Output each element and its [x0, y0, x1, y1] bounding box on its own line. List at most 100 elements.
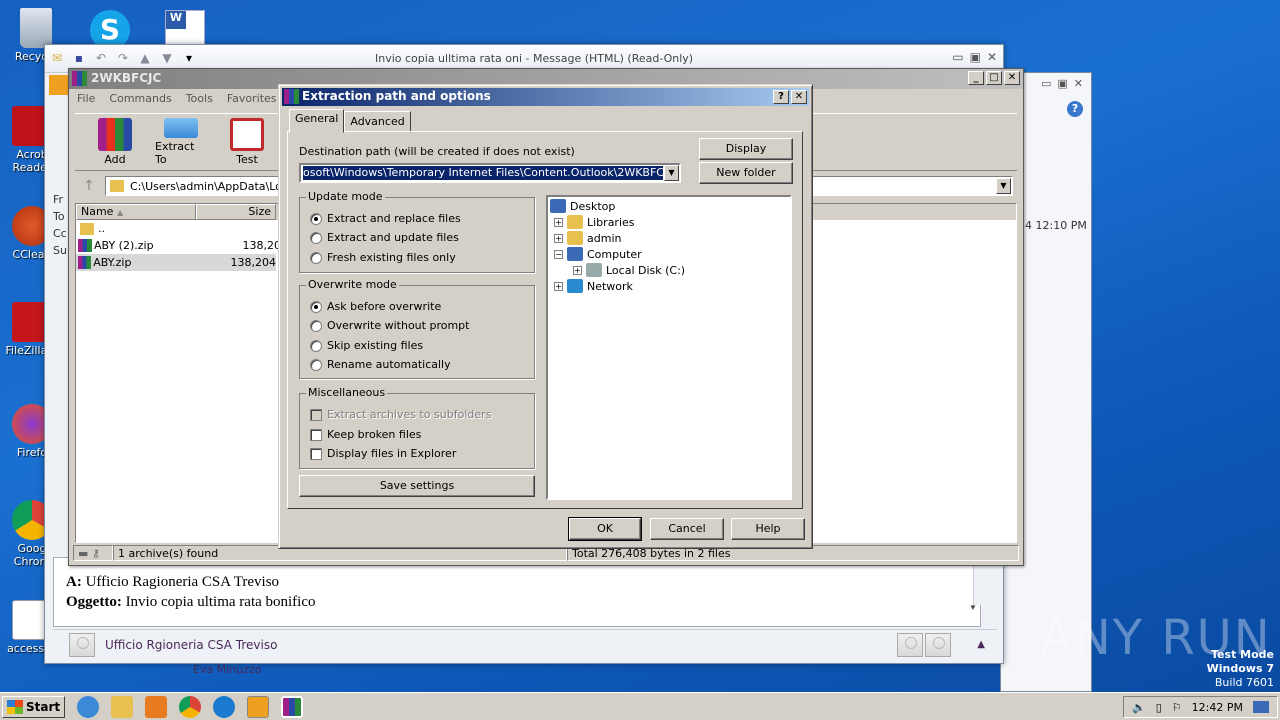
clock[interactable]: 12:42 PM — [1192, 701, 1243, 714]
redo-icon[interactable]: ↷ — [115, 50, 131, 66]
action-center-flag-icon[interactable]: ⚐ — [1172, 701, 1182, 714]
drive-icons[interactable]: ▬ ⚷ — [73, 545, 113, 561]
help-icon[interactable]: ? — [1067, 101, 1083, 117]
tab-advanced[interactable]: Advanced — [344, 111, 411, 133]
radio-button[interactable] — [310, 251, 322, 264]
test-button[interactable]: Test — [221, 118, 273, 166]
file-row-selected[interactable]: ABY.zip 138,204 — [76, 254, 276, 271]
checkbox[interactable] — [310, 428, 322, 441]
zip-archive-icon — [78, 256, 92, 269]
edge-icon[interactable] — [213, 695, 236, 718]
bg-person-name: Eva Minuzzo — [193, 663, 262, 676]
expand-icon[interactable]: + — [554, 233, 563, 243]
show-desktop-icon[interactable] — [1252, 701, 1269, 713]
radio-button[interactable] — [310, 231, 322, 244]
restore-icon[interactable]: ▣ — [970, 50, 981, 64]
test-mode-label: Test Mode Windows 7 Build 7601 — [1207, 648, 1274, 690]
minimize-button[interactable]: _ — [968, 71, 984, 85]
collapse-icon[interactable]: − — [554, 249, 563, 259]
radio-rename-auto[interactable]: Rename automatically — [310, 358, 451, 371]
maximize-button[interactable]: □ — [986, 71, 1002, 85]
help-button-bottom[interactable]: Help — [731, 518, 805, 540]
extraction-dialog: Extraction path and options ? ✕ General … — [278, 84, 813, 549]
radio-button[interactable] — [310, 319, 322, 332]
new-folder-button[interactable]: New folder — [699, 162, 793, 184]
expand-icon[interactable]: + — [573, 265, 582, 275]
add-label: Add — [104, 153, 126, 166]
radio-ask-before[interactable]: Ask before overwrite — [310, 300, 441, 313]
down-arrow-icon[interactable]: ▼ — [159, 50, 175, 66]
tab-general[interactable]: General — [289, 109, 345, 133]
radio-overwrite-no-prompt[interactable]: Overwrite without prompt — [310, 319, 469, 332]
menu-favorites[interactable]: Favorites — [227, 92, 277, 106]
outlook-taskbar-icon[interactable] — [247, 695, 270, 718]
network-tray-icon[interactable]: ▯ — [1156, 701, 1162, 714]
save-icon[interactable]: ▪ — [71, 50, 87, 66]
checkbox-display-explorer[interactable]: Display files in Explorer — [310, 447, 456, 460]
destination-path-dropdown[interactable]: ▼ — [664, 165, 679, 181]
tree-node-local-disk[interactable]: + Local Disk (C:) — [573, 263, 685, 277]
undo-icon[interactable]: ↶ — [93, 50, 109, 66]
option-label: Extract archives to subfolders — [327, 408, 492, 421]
up-folder-icon[interactable]: ↑ — [79, 178, 99, 194]
radio-extract-replace[interactable]: Extract and replace files — [310, 212, 461, 225]
cancel-button[interactable]: Cancel — [650, 518, 724, 540]
add-button[interactable]: Add — [89, 118, 141, 166]
volume-icon[interactable]: 🔈 — [1132, 701, 1146, 714]
minimize-icon[interactable]: ▭ — [1041, 77, 1051, 90]
menu-tools[interactable]: Tools — [186, 92, 213, 106]
column-name[interactable]: Name ▲ — [76, 204, 196, 220]
recycle-bin-icon — [20, 8, 52, 48]
avatar — [69, 632, 95, 657]
collapse-people-icon[interactable]: ▲ — [977, 639, 985, 650]
folder-tree[interactable]: Desktop + Libraries + admin − Computer + Loc… — [546, 195, 792, 500]
checkbox[interactable] — [310, 447, 322, 460]
column-size[interactable]: Size — [196, 204, 276, 220]
tree-node-libraries[interactable]: + Libraries — [554, 215, 635, 229]
menu-file[interactable]: File — [77, 92, 95, 106]
address-dropdown[interactable]: ▼ — [996, 178, 1011, 194]
close-icon[interactable]: ✕ — [987, 50, 997, 64]
person-name[interactable]: Ufficio Rgioneria CSA Treviso — [105, 638, 277, 652]
destination-path-input[interactable]: osoft\Windows\Temporary Internet Files\C… — [299, 163, 681, 183]
tree-label: Network — [587, 279, 633, 293]
radio-skip-existing[interactable]: Skip existing files — [310, 339, 423, 352]
ie-icon[interactable] — [77, 695, 100, 718]
up-arrow-icon[interactable]: ▲ — [137, 50, 153, 66]
start-button[interactable]: Start — [2, 695, 66, 718]
radio-fresh-existing[interactable]: Fresh existing files only — [310, 251, 456, 264]
radio-button[interactable] — [310, 212, 322, 225]
restore-icon[interactable]: ▣ — [1057, 77, 1067, 90]
close-button[interactable]: ✕ — [1004, 71, 1020, 85]
close-button[interactable]: ✕ — [791, 90, 807, 104]
customize-qat-icon[interactable]: ▾ — [181, 50, 197, 66]
menu-commands[interactable]: Commands — [109, 92, 171, 106]
winrar-logo-icon — [72, 71, 87, 86]
chrome-taskbar-icon[interactable] — [179, 695, 202, 718]
save-settings-button[interactable]: Save settings — [299, 475, 535, 497]
expand-icon[interactable]: + — [554, 281, 563, 291]
tree-node-computer[interactable]: − Computer — [554, 247, 642, 261]
test-clipboard-icon — [230, 118, 264, 151]
tree-node-admin[interactable]: + admin — [554, 231, 621, 245]
ok-button[interactable]: OK — [568, 517, 642, 541]
radio-button[interactable] — [310, 358, 322, 371]
media-player-icon[interactable] — [145, 695, 168, 718]
extract-to-button[interactable]: Extract To — [155, 118, 207, 166]
radio-button[interactable] — [310, 300, 322, 313]
option-label: Ask before overwrite — [327, 300, 442, 313]
ribbon-file-tab[interactable] — [49, 75, 69, 95]
display-button[interactable]: Display — [699, 138, 793, 160]
expand-icon[interactable]: + — [554, 217, 563, 227]
explorer-icon[interactable] — [111, 695, 134, 718]
tree-node-network[interactable]: + Network — [554, 279, 633, 293]
close-icon[interactable]: ✕ — [1074, 77, 1083, 90]
radio-button[interactable] — [310, 339, 322, 352]
checkbox-keep-broken[interactable]: Keep broken files — [310, 428, 421, 441]
tree-node-desktop[interactable]: Desktop — [550, 199, 615, 213]
radio-extract-update[interactable]: Extract and update files — [310, 231, 459, 244]
help-button[interactable]: ? — [773, 90, 789, 104]
winrar-taskbar-icon[interactable] — [281, 695, 304, 718]
minimize-icon[interactable]: ▭ — [952, 50, 963, 64]
word-doc-icon[interactable]: W — [165, 10, 205, 46]
